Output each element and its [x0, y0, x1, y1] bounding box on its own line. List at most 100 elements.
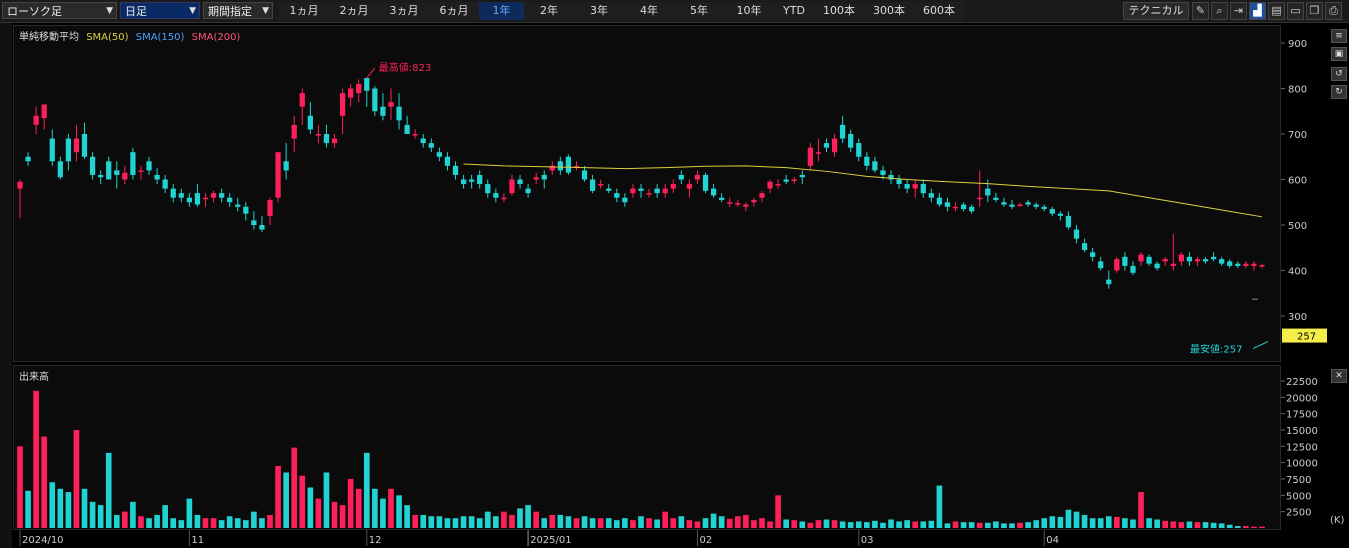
- candle-body: [1130, 265, 1136, 273]
- candle-body: [436, 152, 442, 157]
- volume-bar: [928, 520, 935, 528]
- candle-body: [89, 156, 96, 175]
- candle-body: [460, 179, 467, 185]
- volume-bar: [743, 514, 749, 528]
- volume-bar: [807, 522, 814, 528]
- volume-bar: [1178, 522, 1185, 528]
- candle-body: [630, 188, 636, 194]
- candle-body: [291, 124, 297, 139]
- volume-bar: [105, 452, 112, 528]
- candle-body: [815, 152, 822, 154]
- volume-bar: [146, 518, 152, 528]
- candle-body: [25, 156, 31, 162]
- candle-body: [872, 161, 878, 171]
- volume-bar: [993, 521, 999, 528]
- price-tick-label: 600: [1288, 176, 1307, 187]
- candle-body: [1033, 204, 1039, 207]
- volume-bar: [710, 513, 717, 528]
- candle-body: [186, 197, 192, 203]
- volume-bar: [218, 520, 225, 528]
- candle-body: [807, 147, 813, 166]
- candle-body: [299, 93, 305, 107]
- volume-bar: [1097, 518, 1104, 528]
- volume-tick-label: 12500: [1286, 442, 1318, 453]
- volume-bar: [638, 516, 644, 528]
- volume-bar: [831, 520, 838, 528]
- volume-tick-label: 5000: [1286, 491, 1311, 502]
- candle-body: [606, 188, 612, 191]
- volume-bar: [154, 514, 160, 528]
- volume-bar: [565, 516, 572, 528]
- candle-body: [969, 206, 975, 212]
- candle-body: [896, 179, 902, 185]
- candle-body: [1210, 256, 1217, 260]
- volume-bar: [1146, 518, 1152, 528]
- candle-body: [227, 197, 233, 203]
- volume-bar: [242, 520, 249, 528]
- volume-bar: [1122, 518, 1128, 528]
- volume-bar: [202, 518, 209, 528]
- volume-bar: [65, 492, 72, 528]
- candle-body: [452, 165, 459, 175]
- candle-body: [912, 184, 918, 189]
- candle-body: [114, 170, 120, 175]
- candle-body: [41, 104, 47, 119]
- volume-bar: [799, 521, 806, 528]
- volume-bar: [113, 514, 120, 528]
- volume-bar: [630, 520, 636, 528]
- candle-body: [654, 188, 660, 194]
- volume-bar: [57, 488, 64, 528]
- candle-body: [235, 204, 241, 207]
- volume-bar: [444, 518, 451, 528]
- candle-body: [1202, 259, 1209, 262]
- candle-body: [219, 193, 225, 198]
- volume-bar: [404, 505, 410, 528]
- volume-tick-label: 17500: [1286, 410, 1318, 421]
- candle-body: [823, 143, 830, 148]
- volume-bar: [1049, 516, 1056, 528]
- volume-bar: [541, 518, 548, 528]
- price-tick-label: 900: [1288, 39, 1307, 50]
- volume-bar: [210, 518, 217, 528]
- candle-body: [848, 134, 854, 148]
- candle-body: [1041, 206, 1047, 210]
- volume-bar: [589, 518, 596, 528]
- volume-bar: [1025, 522, 1031, 528]
- volume-bar: [372, 488, 378, 528]
- candle-body: [702, 174, 709, 191]
- low-pointer: [1252, 341, 1269, 350]
- candle-body: [565, 156, 572, 173]
- candle-body: [1162, 259, 1168, 262]
- price-tick-label: 700: [1288, 130, 1307, 141]
- volume-bar: [81, 488, 88, 528]
- candle-body: [170, 188, 176, 198]
- candle-body: [1122, 256, 1128, 266]
- volume-bar: [718, 516, 725, 528]
- volume-bar: [767, 521, 773, 528]
- candle-body: [928, 193, 934, 198]
- volume-bar: [1251, 526, 1257, 528]
- volume-bar: [138, 516, 144, 528]
- candle-body: [81, 134, 88, 157]
- candle-body: [420, 138, 426, 144]
- volume-bar: [1154, 519, 1160, 528]
- candle-body: [428, 143, 434, 148]
- volume-bar: [339, 505, 346, 528]
- volume-bar: [1057, 516, 1064, 528]
- candle-body: [485, 184, 491, 194]
- candle-body: [1259, 265, 1265, 267]
- volume-bar: [823, 519, 830, 528]
- volume-tick-label: 2500: [1286, 508, 1311, 519]
- candle-body: [1186, 256, 1193, 262]
- volume-bar: [1170, 521, 1177, 528]
- volume-bar: [186, 498, 193, 528]
- candle-body: [1073, 229, 1080, 239]
- volume-bar: [468, 516, 475, 528]
- candle-body: [469, 179, 475, 182]
- candle-body: [1081, 243, 1088, 251]
- candle-body: [719, 197, 725, 200]
- volume-bar: [686, 520, 693, 528]
- volume-bar: [130, 501, 136, 528]
- volume-bar: [259, 518, 265, 528]
- candle-body: [146, 161, 152, 171]
